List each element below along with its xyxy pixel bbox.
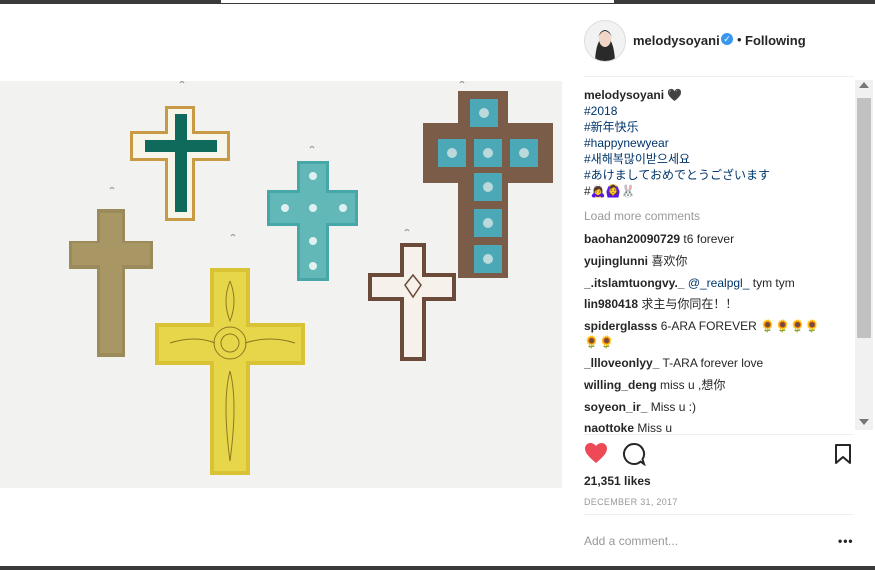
comment-mention[interactable]: @_realpgl_ bbox=[688, 276, 750, 290]
post-username[interactable]: melodysoyani bbox=[633, 33, 720, 48]
comments-section[interactable]: melodysoyani 🖤 #2018 #新年快乐 #happynewyear… bbox=[584, 84, 852, 434]
comment-text: 求主与你同在！！ bbox=[641, 297, 738, 311]
more-options-icon[interactable]: ••• bbox=[838, 534, 854, 548]
comments-scrollbar[interactable] bbox=[855, 80, 873, 430]
scroll-thumb[interactable] bbox=[857, 98, 871, 338]
comment-text: miss u ,想你 bbox=[660, 378, 726, 392]
comment-text: Miss u bbox=[637, 421, 673, 434]
comment-username[interactable]: _.itslamtuongvy._ bbox=[584, 276, 684, 290]
comment-username[interactable]: naottoke bbox=[584, 421, 634, 434]
post-photo[interactable] bbox=[0, 81, 562, 488]
post-header: melodysoyani ✓ • Following bbox=[584, 20, 854, 64]
comment-item: spiderglasss 6-ARA FOREVER 🌻🌻🌻🌻 bbox=[584, 319, 820, 334]
scroll-down-arrow-icon[interactable] bbox=[859, 419, 869, 425]
add-comment-input[interactable]: Add a comment... bbox=[584, 534, 678, 548]
comment-text: T-ARA forever love bbox=[662, 356, 764, 370]
comment-item: willing_deng miss u ,想你 bbox=[584, 378, 725, 393]
header-divider bbox=[584, 76, 854, 77]
comment-item: baohan20090729 t6 forever bbox=[584, 232, 734, 247]
comment-text: 6-ARA FOREVER 🌻🌻🌻🌻 bbox=[660, 319, 820, 333]
comment-text: Miss u :) bbox=[650, 400, 697, 414]
avatar[interactable] bbox=[584, 20, 626, 62]
comment-icon[interactable] bbox=[622, 442, 646, 466]
heart-emoji: 🖤 bbox=[667, 88, 683, 102]
actions-divider bbox=[584, 434, 854, 435]
post-date: DECEMBER 31, 2017 bbox=[584, 497, 678, 507]
comment-username[interactable]: baohan20090729 bbox=[584, 232, 680, 246]
following-button[interactable]: Following bbox=[745, 33, 806, 48]
hashtag-link[interactable]: #새해복많이받으세요 bbox=[584, 152, 690, 167]
comment-item: soyeon_ir_ Miss u :) bbox=[584, 400, 696, 415]
hashtag-link[interactable]: #あけましておめでとうございます bbox=[584, 168, 770, 183]
caption-line: melodysoyani 🖤 bbox=[584, 88, 682, 103]
hashtag-link[interactable]: #新年快乐 bbox=[584, 120, 639, 135]
comment-username[interactable]: yujinglunni bbox=[584, 254, 648, 268]
scroll-up-arrow-icon[interactable] bbox=[859, 82, 869, 88]
caption-emoji-line: #🙇‍♀️🙆‍♀️🐰 bbox=[584, 184, 636, 198]
comment-item: yujinglunni 喜欢你 bbox=[584, 254, 687, 269]
heart-icon[interactable] bbox=[584, 442, 608, 464]
comment-box-divider bbox=[584, 514, 854, 515]
comment-username[interactable]: lin980418 bbox=[584, 297, 638, 311]
comment-text: t6 forever bbox=[683, 232, 735, 246]
likes-count[interactable]: 21,351 likes bbox=[584, 474, 651, 488]
comment-item: naottoke Miss u bbox=[584, 421, 672, 434]
comment-text: 喜欢你 bbox=[651, 254, 688, 268]
caption-username[interactable]: melodysoyani bbox=[584, 88, 664, 102]
bookmark-icon[interactable] bbox=[834, 443, 852, 465]
comment-item: _.itslamtuongvy._ @_realpgl_ tym tym bbox=[584, 276, 795, 291]
hashtag-link[interactable]: #2018 bbox=[584, 104, 617, 119]
comment-username[interactable]: soyeon_ir_ bbox=[584, 400, 647, 414]
comment-username[interactable]: spiderglasss bbox=[584, 319, 657, 333]
comment-item: _llloveonlyy_ T-ARA forever love bbox=[584, 356, 763, 371]
hashtag-link[interactable]: #happynewyear bbox=[584, 136, 669, 151]
action-bar bbox=[584, 442, 854, 468]
comment-item-continuation: 🌻🌻 bbox=[584, 335, 614, 349]
crosses-photo bbox=[0, 81, 562, 488]
comment-username[interactable]: willing_deng bbox=[584, 378, 657, 392]
bottom-frame-bar bbox=[0, 566, 875, 570]
comment-item: lin980418 求主与你同在！！ bbox=[584, 297, 737, 312]
top-frame-bar bbox=[0, 0, 875, 4]
comment-username[interactable]: _llloveonlyy_ bbox=[584, 356, 659, 370]
separator-dot: • bbox=[737, 32, 742, 47]
comment-text: tym tym bbox=[752, 276, 795, 290]
load-more-comments[interactable]: Load more comments bbox=[584, 209, 700, 224]
verified-icon: ✓ bbox=[721, 33, 733, 45]
